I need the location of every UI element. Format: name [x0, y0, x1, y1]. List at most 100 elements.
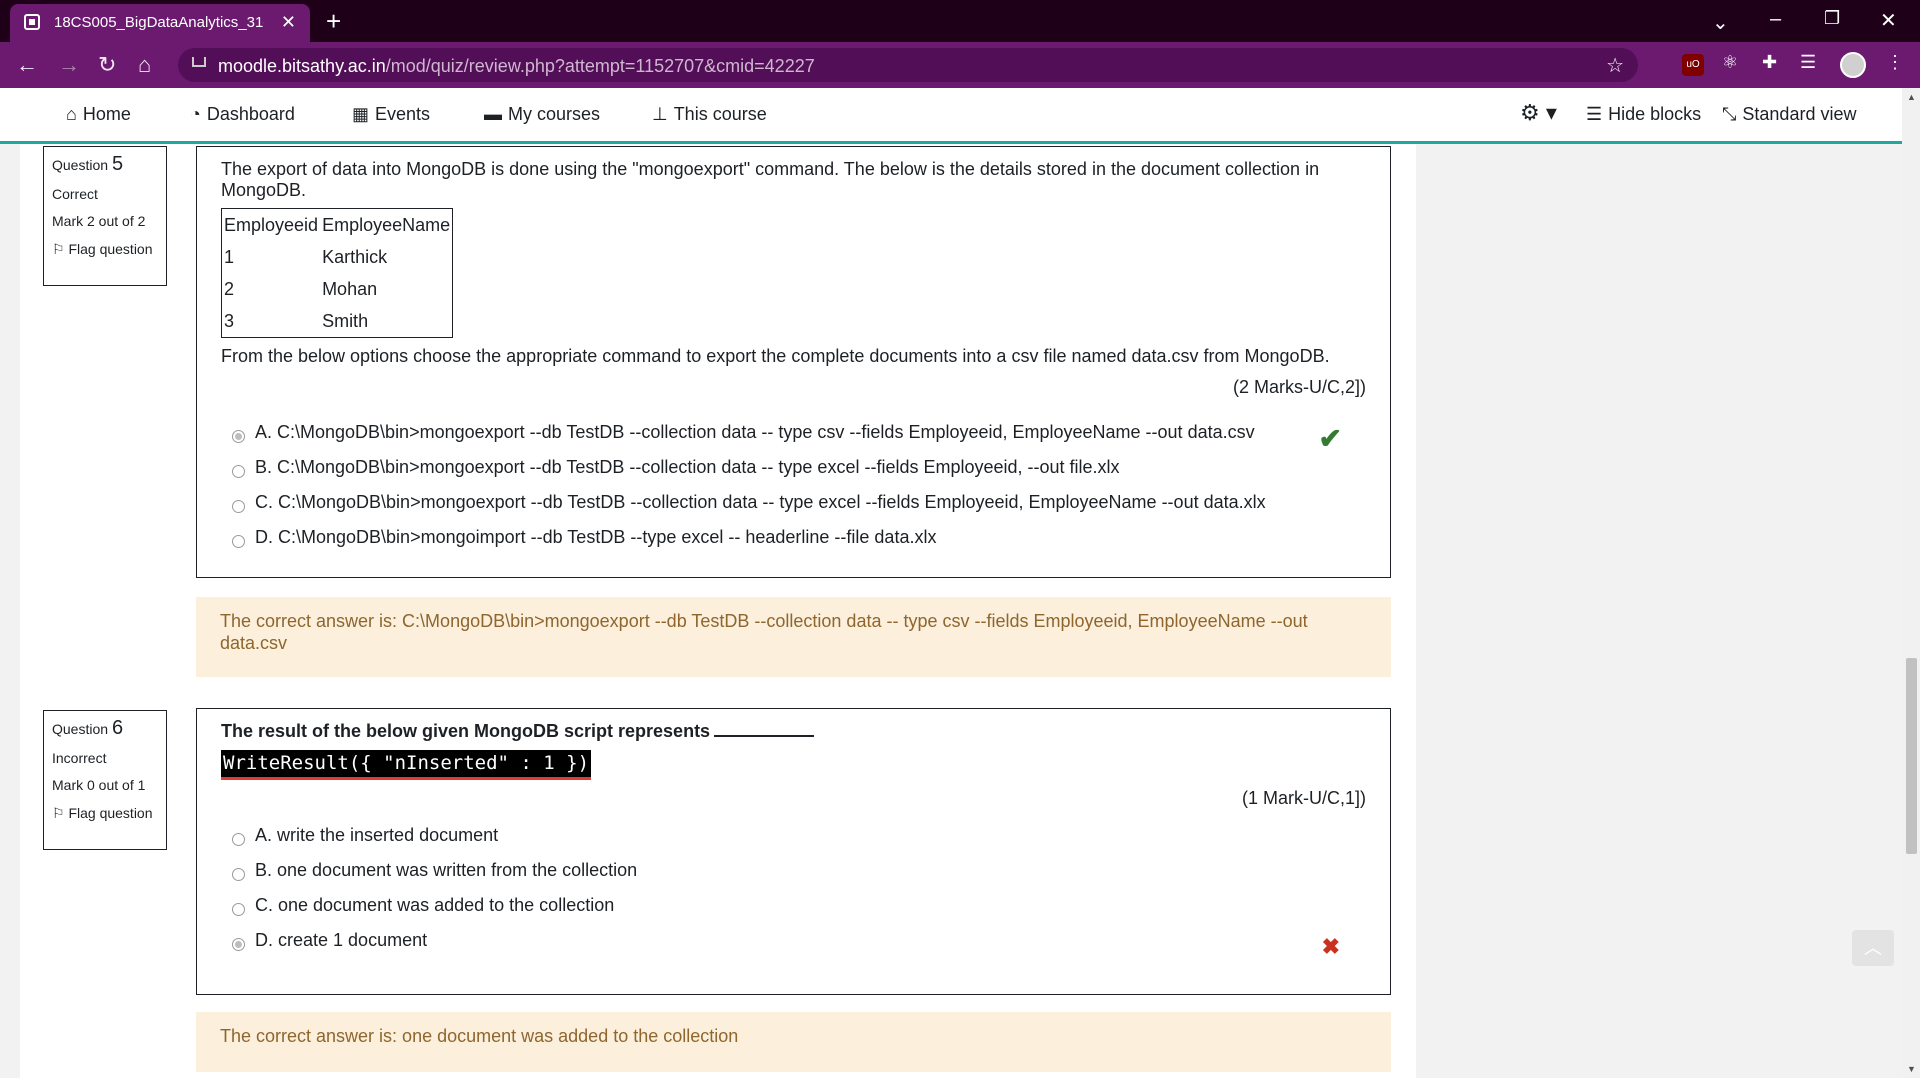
table-cell: 2 — [224, 278, 235, 299]
answer-option[interactable]: D. C:\MongoDB\bin>mongoimport --db TestD… — [221, 525, 1366, 560]
address-bar[interactable]: moodle.bitsathy.ac.in/mod/quiz/review.ph… — [178, 48, 1638, 82]
table-header: EmployeeName — [322, 214, 451, 235]
browser-toolbar: ← → ↻ ⌂ moodle.bitsathy.ac.in/mod/quiz/r… — [0, 42, 1920, 88]
radio-button[interactable] — [232, 500, 245, 514]
question-state: Correct — [52, 186, 98, 202]
nav-this-course[interactable]: ⊥ This course — [652, 104, 767, 125]
url-text[interactable]: moodle.bitsathy.ac.in/mod/quiz/review.ph… — [218, 56, 815, 77]
moodle-navbar: ⌂ Home ◔ Dashboard ▦ Events ▬ My courses ⊥ Th… — [0, 88, 1920, 144]
question-content: The result of the below given MongoDB sc… — [196, 708, 1391, 995]
nav-dashboard-label: Dashboard — [206, 104, 295, 124]
answer-label: A. write the inserted document — [255, 825, 499, 845]
answer-label: C. C:\MongoDB\bin>mongoexport --db TestD… — [255, 492, 1266, 513]
nav-events[interactable]: ▦ Events — [352, 104, 430, 125]
scroll-up-icon[interactable]: ▲ — [1907, 92, 1916, 102]
extensions-icon[interactable]: ✚ — [1762, 52, 1777, 73]
close-window-icon[interactable]: ✕ — [1880, 8, 1897, 33]
reload-icon[interactable]: ↻ — [98, 52, 116, 78]
answer-option[interactable]: D. create 1 document ✖ — [221, 928, 1366, 963]
question-number-label: Question — [52, 721, 109, 737]
star-icon[interactable]: ☆ — [1606, 53, 1624, 78]
answer-option[interactable]: B. C:\MongoDB\bin>mongoexport --db TestD… — [221, 455, 1366, 490]
code-image: WriteResult({ "nInserted" : 1 }) — [221, 750, 592, 780]
profile-icon[interactable] — [1840, 52, 1866, 78]
media-icon[interactable]: ☰ — [1800, 52, 1816, 73]
flag-question-label: Flag question — [68, 804, 153, 821]
table-header: Employeeid — [224, 214, 319, 235]
nav-dashboard[interactable]: ◔ Dashboard — [190, 104, 295, 125]
answer-label: C. one document was added to the collect… — [255, 895, 615, 915]
url-host: moodle.bitsathy.ac.in — [218, 56, 386, 76]
table-cell: 1 — [224, 246, 235, 267]
scroll-down-icon[interactable]: ▼ — [1907, 1064, 1916, 1074]
flag-icon: ⚐ — [52, 804, 65, 821]
hide-blocks-button[interactable]: ☰ Hide blocks — [1586, 104, 1701, 125]
nav-my-courses[interactable]: ▬ My courses — [484, 104, 600, 125]
question-number: Question 6 — [52, 717, 123, 739]
flag-question-link[interactable]: ⚐ Flag question — [52, 240, 158, 257]
table-row: 3 Smith — [222, 305, 453, 338]
page-margin — [0, 144, 20, 1078]
settings-gear-icon[interactable]: ⚙ ▾ — [1520, 100, 1557, 126]
back-to-top-button[interactable]: ︿ — [1852, 930, 1894, 966]
scrollbar[interactable]: ▲ ▼ — [1902, 88, 1920, 1078]
answer-label: D. create 1 document — [255, 930, 428, 950]
radio-button[interactable] — [232, 430, 245, 444]
standard-view-button[interactable]: ⤡ Standard view — [1722, 104, 1856, 125]
browser-tab[interactable]: 18CS005_BigDataAnalytics_31-08 ✕ — [10, 4, 310, 42]
incorrect-cross-icon: ✖ — [1321, 934, 1340, 959]
tab-search-icon[interactable]: ⌄ — [1712, 10, 1729, 35]
answer-option[interactable]: B. one document was written from the col… — [221, 858, 1366, 893]
question-text: The export of data into MongoDB is done … — [221, 159, 1320, 200]
correct-answer-feedback: The correct answer is: one document was … — [196, 1012, 1391, 1072]
radio-button[interactable] — [232, 465, 245, 479]
calendar-icon: ▦ — [352, 104, 370, 124]
answer-option[interactable]: C. one document was added to the collect… — [221, 893, 1366, 928]
hide-blocks-label: Hide blocks — [1608, 104, 1702, 124]
radio-button[interactable] — [232, 535, 245, 549]
question-marks: (2 Marks-U/C,2]) — [1232, 377, 1366, 398]
new-tab-icon[interactable]: + — [326, 6, 341, 37]
table-header-row: Employeeid EmployeeName — [222, 209, 453, 242]
chevron-up-icon: ︿ — [1864, 938, 1882, 958]
nav-my-courses-label: My courses — [508, 104, 601, 124]
question-state: Incorrect — [52, 750, 107, 766]
back-icon[interactable]: ← — [16, 52, 38, 78]
flag-question-label: Flag question — [68, 240, 153, 257]
moodle-favicon-icon — [24, 14, 40, 30]
tab-strip: 18CS005_BigDataAnalytics_31-08 ✕ + ⌄ – ❐… — [0, 0, 1920, 42]
answer-option[interactable]: C. C:\MongoDB\bin>mongoexport --db TestD… — [221, 490, 1366, 525]
restore-icon[interactable]: ❐ — [1824, 8, 1840, 29]
question-info: Question 5 Correct Mark 2 out of 2 ⚐ Fla… — [43, 146, 167, 286]
radio-button[interactable] — [232, 833, 245, 846]
react-icon[interactable]: ⚛ — [1722, 52, 1738, 73]
home-icon[interactable]: ⌂ — [138, 52, 151, 78]
answer-option[interactable]: A. C:\MongoDB\bin>mongoexport --db TestD… — [221, 420, 1366, 455]
scroll-thumb[interactable] — [1906, 658, 1917, 854]
question-number: Question 5 — [52, 153, 123, 175]
radio-button[interactable] — [232, 938, 245, 951]
correct-answer-feedback: The correct answer is: C:\MongoDB\bin>mo… — [196, 597, 1391, 677]
question-grade: Mark 0 out of 1 — [52, 777, 146, 794]
lock-icon — [192, 57, 206, 67]
close-tab-icon[interactable]: ✕ — [281, 12, 296, 33]
menu-icon[interactable]: ⋮ — [1886, 52, 1904, 73]
answer-label: A. C:\MongoDB\bin>mongoexport --db TestD… — [255, 422, 1255, 443]
feedback-text: The correct answer is: one document was … — [220, 1026, 739, 1046]
nav-home[interactable]: ⌂ Home — [66, 104, 131, 125]
radio-button[interactable] — [232, 903, 245, 916]
block-region — [1416, 144, 1902, 1078]
radio-button[interactable] — [232, 868, 245, 881]
flag-question-link[interactable]: ⚐ Flag question — [52, 804, 158, 821]
answer-label: B. one document was written from the col… — [255, 860, 638, 880]
sitemap-icon: ⊥ — [652, 104, 668, 124]
forward-icon[interactable]: → — [58, 52, 80, 78]
answer-option[interactable]: A. write the inserted document — [221, 823, 1366, 858]
nav-home-label: Home — [82, 104, 131, 124]
list-icon: ☰ — [1586, 104, 1603, 124]
ublock-icon[interactable]: uO — [1682, 54, 1704, 76]
question-number-value: 6 — [111, 717, 124, 739]
answer-list: A. write the inserted document B. one do… — [221, 823, 1366, 963]
minimize-icon[interactable]: – — [1770, 8, 1781, 31]
question-info: Question 6 Incorrect Mark 0 out of 1 ⚐ F… — [43, 710, 167, 850]
